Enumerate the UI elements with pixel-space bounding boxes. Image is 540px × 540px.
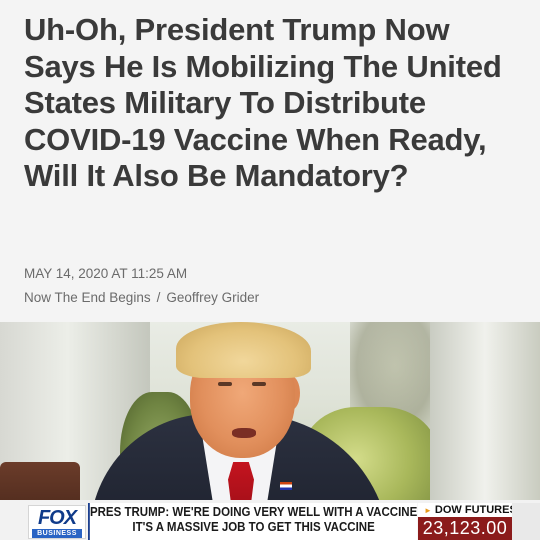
article-byline: Now The End Begins / Geoffrey Grider (24, 290, 259, 305)
chyron-headline: PRES TRUMP: WE'RE DOING VERY WELL WITH A… (88, 503, 418, 540)
market-ticker: ► DOW FUTURES 23,123.00 (418, 503, 517, 540)
speaker-hair (176, 322, 311, 378)
speaker-eye-right (252, 382, 266, 386)
chyron-line-2: IT'S A MASSIVE JOB TO GET THIS VACCINE (132, 520, 375, 534)
ticker-arrow-icon: ► (424, 506, 432, 515)
network-logo: FOX BUSINESS (28, 505, 86, 539)
article-date: MAY 14, 2020 AT 11:25 AM (24, 266, 188, 281)
byline-author-link[interactable]: Geoffrey Grider (166, 290, 259, 305)
article-headline[interactable]: Uh-Oh, President Trump Now Says He Is Mo… (24, 12, 524, 195)
speaker-mouth (232, 428, 256, 438)
byline-site-link[interactable]: Now The End Begins (24, 290, 151, 305)
network-logo-sublabel: BUSINESS (32, 529, 82, 538)
chyron-line-1: PRES TRUMP: WE'RE DOING VERY WELL WITH A… (89, 505, 418, 519)
network-logo-text: FOX (37, 507, 77, 529)
article-header: Uh-Oh, President Trump Now Says He Is Mo… (0, 0, 540, 322)
ticker-value: 23,123.00 (418, 517, 512, 540)
ticker-label: ► DOW FUTURES (418, 503, 517, 517)
chyron-corner (512, 503, 540, 540)
speaker-eye-left (218, 382, 232, 386)
byline-separator: / (156, 290, 161, 305)
flag-pin-icon (280, 482, 292, 490)
ticker-label-text: DOW FUTURES (434, 504, 517, 516)
